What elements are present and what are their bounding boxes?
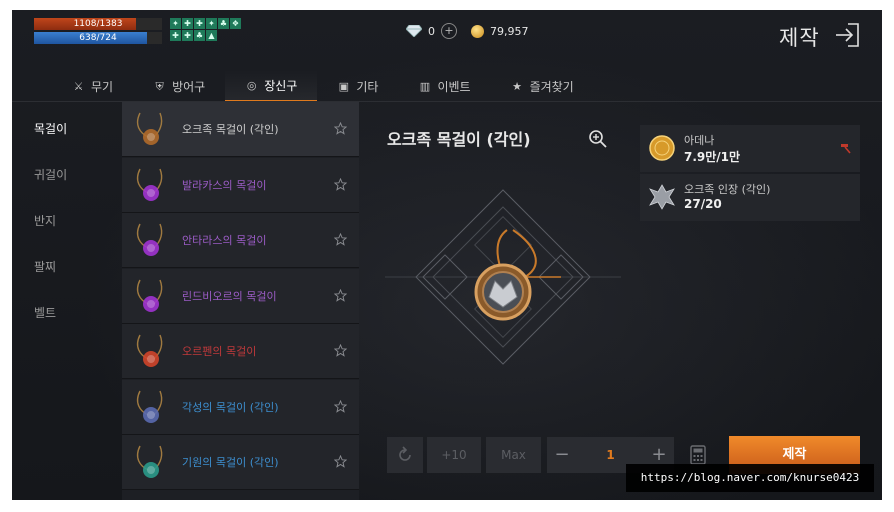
item-name: 각성의 목걸이 (각인) (182, 400, 279, 414)
buff-icon[interactable]: ✦ (206, 18, 217, 29)
item-name: 안타라스의 목걸이 (182, 234, 267, 247)
currency-bar: 0 + 79,957 (406, 23, 529, 39)
max-button[interactable]: Max (486, 437, 541, 473)
favorite-star-icon[interactable] (334, 455, 347, 468)
subcategory-item[interactable]: 반지 (34, 212, 56, 229)
favorite-star-icon[interactable] (334, 122, 347, 135)
tab-4[interactable]: ▥ 이벤트 (398, 70, 490, 102)
box-icon: ▣ (338, 79, 350, 93)
adena-count: 79,957 (490, 24, 529, 38)
item-name: 기원의 목걸이 (각인) (182, 456, 279, 469)
subcategory-item[interactable]: 팔찌 (34, 258, 56, 275)
category-tabs: ⚔ 무기 ⛨ 방어구 ◎ 장신구 ▣ 기타 ▥ 이벤트 ★ 즐겨찾기 (52, 70, 594, 102)
material-name: 오크족 인장 (각인) (684, 183, 771, 196)
buff-icon[interactable]: ✚ (182, 18, 193, 29)
exit-icon[interactable] (834, 22, 860, 48)
diamond-count: 0 (428, 24, 435, 38)
item-row[interactable]: 오크족 목걸이 (각인) (122, 102, 359, 157)
tab-label: 즐겨찾기 (529, 79, 574, 94)
item-row[interactable]: 린드비오르의 목걸이 (122, 268, 359, 324)
diamond-icon (406, 25, 422, 37)
add-diamond-button[interactable]: + (441, 23, 457, 39)
buff-list: ✦ ✚ ✚ ✦ ♣ ❖ ✚ ✚ ♣ ▲ (170, 18, 241, 41)
buff-icon[interactable]: ✚ (182, 30, 193, 41)
star-icon: ★ (512, 79, 522, 93)
subcategory-item[interactable]: 벨트 (34, 304, 56, 321)
orc-seal-icon (649, 184, 675, 210)
zoom-icon[interactable] (588, 129, 608, 149)
tab-label: 장신구 (264, 78, 298, 93)
material-quantity: 27/20 (684, 197, 722, 211)
tab-label: 기타 (356, 79, 379, 94)
tab-1[interactable]: ⛨ 방어구 (133, 70, 225, 102)
necklace-icon (136, 112, 163, 145)
item-row[interactable]: 각성의 목걸이 (각인) (122, 379, 359, 435)
favorite-star-icon[interactable] (334, 399, 347, 413)
tab-0[interactable]: ⚔ 무기 (52, 70, 133, 102)
calculator-icon[interactable] (690, 445, 706, 465)
item-name: 린드비오르의 목걸이 (182, 289, 277, 303)
buff-icon[interactable]: ❖ (230, 18, 241, 29)
tab-label: 이벤트 (437, 79, 471, 94)
tab-5[interactable]: ★ 즐겨찾기 (491, 70, 594, 102)
mp-bar: 638/724 (34, 32, 162, 44)
hp-text: 1108/1383 (73, 19, 123, 29)
player-status: 1108/1383 638/724 (34, 18, 162, 46)
crafting-screen: 1108/1383 638/724 ✦ ✚ ✚ ✦ ♣ ❖ ✚ ✚ ♣ ▲ 0 + 79,957 … (12, 10, 882, 500)
buff-icon[interactable]: ♣ (218, 18, 229, 29)
material-quantity: 7.9만/1만 (684, 150, 741, 164)
necklace-icon (136, 279, 163, 312)
adena-coin-icon (649, 135, 675, 161)
necklace-icon (136, 390, 163, 423)
necklace-icon (136, 445, 163, 478)
page-title: 제작 (779, 26, 820, 50)
plus-10-button[interactable]: +10 (427, 437, 481, 473)
buff-icon[interactable]: ▲ (206, 30, 217, 41)
necklace-icon (136, 168, 163, 201)
item-row[interactable]: 오르펜의 목걸이 (122, 324, 359, 379)
ring-icon: ◎ (246, 78, 257, 92)
subcategory-item[interactable]: 귀걸이 (34, 166, 67, 183)
armor-icon: ⛨ (155, 79, 164, 93)
item-name: 오르펜의 목걸이 (182, 345, 257, 358)
buff-icon[interactable]: ✚ (194, 18, 205, 29)
buff-icon[interactable]: ✚ (170, 30, 181, 41)
necklace-icon (136, 223, 163, 256)
mp-text: 638/724 (79, 33, 117, 43)
favorite-star-icon[interactable] (334, 288, 347, 302)
item-row[interactable]: 기원의 목걸이 (각인) (122, 435, 359, 490)
tab-3[interactable]: ▣ 기타 (317, 70, 398, 102)
item-name: 오크족 목걸이 (각인) (182, 123, 279, 136)
refresh-icon (399, 446, 411, 461)
material-row[interactable]: 아데나 7.9만/1만 (640, 125, 860, 172)
decrease-button[interactable]: − (547, 437, 577, 473)
item-name: 발라카스의 목걸이 (182, 178, 267, 192)
item-preview-icon (385, 189, 621, 365)
item-row[interactable]: 안타라스의 목걸이 (122, 213, 359, 268)
sword-icon: ⚔ (73, 79, 84, 93)
material-row[interactable]: 오크족 인장 (각인) 27/20 (640, 174, 860, 221)
subcategory-item[interactable]: 목걸이 (34, 120, 67, 137)
event-icon: ▥ (419, 79, 431, 93)
blog-watermark: https://blog.naver.com/knurse0423 (626, 464, 874, 492)
buff-icon[interactable]: ✦ (170, 18, 181, 29)
item-row[interactable]: 발라카스의 목걸이 (122, 157, 359, 213)
tab-label: 무기 (91, 79, 114, 94)
buff-icon[interactable]: ♣ (194, 30, 205, 41)
selected-item-title: 오크족 목걸이 (각인) (387, 130, 531, 149)
favorite-star-icon[interactable] (334, 344, 347, 357)
tab-label: 방어구 (172, 79, 206, 94)
favorite-star-icon[interactable] (334, 233, 347, 246)
adena-icon (471, 24, 484, 38)
material-name: 아데나 (684, 134, 715, 147)
reset-button[interactable] (387, 437, 423, 473)
necklace-icon (136, 334, 163, 367)
hammer-icon (841, 144, 851, 154)
tab-2[interactable]: ◎ 장신구 (225, 70, 318, 102)
favorite-star-icon[interactable] (334, 177, 347, 191)
hp-bar: 1108/1383 (34, 18, 162, 30)
item-list: 오크족 목걸이 (각인) 발라카스의 목걸이안타라스의 목걸이린드비오르의 목걸이… (122, 102, 359, 500)
